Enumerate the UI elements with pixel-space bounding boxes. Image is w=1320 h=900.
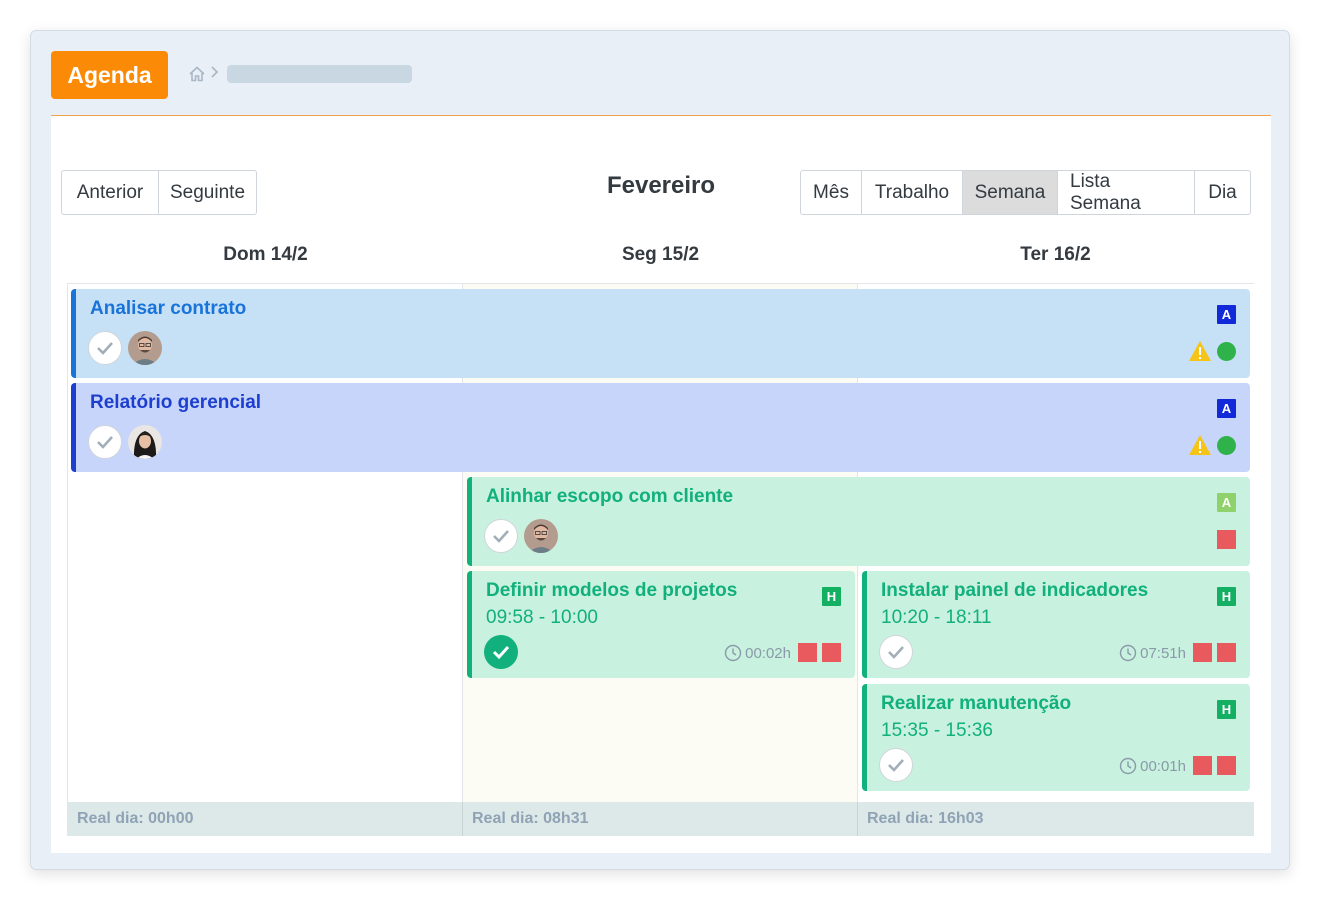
tag-badge: H xyxy=(1217,587,1236,606)
event-title: Alinhar escopo com cliente xyxy=(486,486,734,507)
green-dot-icon xyxy=(1217,342,1236,361)
day-header-tue: Ter 16/2 xyxy=(1020,244,1091,265)
red-square-icon xyxy=(1217,530,1236,549)
event-time: 09:58 - 10:00 xyxy=(486,607,598,628)
day-header-mon: Seg 15/2 xyxy=(621,244,700,265)
view-day-button[interactable]: Dia xyxy=(1195,171,1250,214)
red-square-icon xyxy=(1217,643,1236,662)
event-title: Instalar painel de indicadores xyxy=(881,580,1149,601)
calendar-panel: Anterior Seguinte Fevereiro Mês Trabalho… xyxy=(51,115,1271,853)
red-square-icon xyxy=(1217,756,1236,775)
home-icon[interactable] xyxy=(188,65,206,83)
day-footer-tue: Real dia: 16h03 xyxy=(858,802,1254,836)
event-analisar-contrato[interactable]: Analisar contrato A xyxy=(71,289,1250,378)
duration-text: 00:01h xyxy=(1140,757,1186,775)
tag-badge: H xyxy=(1217,700,1236,719)
next-button[interactable]: Seguinte xyxy=(159,171,256,214)
duration: 07:51h xyxy=(1119,644,1186,662)
complete-checkbox[interactable] xyxy=(88,331,122,365)
navigation-buttons: Anterior Seguinte xyxy=(61,170,257,215)
red-square-icon xyxy=(798,643,817,662)
avatar[interactable] xyxy=(128,425,162,459)
month-title: Fevereiro xyxy=(606,172,716,199)
user-avatar-icon xyxy=(524,519,558,553)
view-week-button[interactable]: Semana xyxy=(963,171,1058,214)
breadcrumb[interactable] xyxy=(227,65,412,83)
tag-badge: A xyxy=(1217,493,1236,512)
day-footer-sun: Real dia: 00h00 xyxy=(68,802,463,836)
event-alinhar-escopo[interactable]: Alinhar escopo com cliente A xyxy=(467,477,1250,566)
event-title: Analisar contrato xyxy=(90,298,247,319)
warning-icon xyxy=(1189,341,1211,361)
red-square-icon xyxy=(1193,643,1212,662)
duration-text: 00:02h xyxy=(745,644,791,662)
avatar[interactable] xyxy=(524,519,558,553)
warning-icon xyxy=(1189,435,1211,455)
event-realizar-manutencao[interactable]: Realizar manutenção 15:35 - 15:36 H 00:0… xyxy=(862,684,1250,791)
view-week-list-button[interactable]: Lista Semana xyxy=(1058,171,1195,214)
event-title: Definir modelos de projetos xyxy=(486,580,738,601)
event-time: 10:20 - 18:11 xyxy=(881,607,992,628)
app-title-badge: Agenda xyxy=(51,51,168,99)
event-relatorio-gerencial[interactable]: Relatório gerencial A xyxy=(71,383,1250,472)
green-dot-icon xyxy=(1217,436,1236,455)
check-icon xyxy=(97,342,113,355)
chevron-right-icon xyxy=(211,66,219,78)
app-window: Agenda Anterior Seguinte Fevereiro Mês T… xyxy=(30,30,1290,870)
duration-text: 07:51h xyxy=(1140,644,1186,662)
event-title: Relatório gerencial xyxy=(90,392,262,413)
check-icon xyxy=(492,645,510,659)
previous-button[interactable]: Anterior xyxy=(62,171,159,214)
week-grid: Real dia: 00h00 Real dia: 08h31 Real dia… xyxy=(67,283,1254,836)
view-switcher: Mês Trabalho Semana Lista Semana Dia xyxy=(800,170,1251,215)
red-square-icon xyxy=(1193,756,1212,775)
complete-checkbox[interactable] xyxy=(484,519,518,553)
day-footer-mon: Real dia: 08h31 xyxy=(463,802,858,836)
duration: 00:01h xyxy=(1119,757,1186,775)
check-icon xyxy=(493,530,509,543)
complete-checkbox[interactable] xyxy=(88,425,122,459)
event-title: Realizar manutenção xyxy=(881,693,1072,714)
tag-badge: A xyxy=(1217,399,1236,418)
tag-badge: H xyxy=(822,587,841,606)
tag-badge: A xyxy=(1217,305,1236,324)
red-square-icon xyxy=(822,643,841,662)
complete-checkbox[interactable] xyxy=(879,635,913,669)
event-time: 15:35 - 15:36 xyxy=(881,720,993,741)
duration: 00:02h xyxy=(724,644,791,662)
user-avatar-icon xyxy=(128,331,162,365)
user-avatar-icon xyxy=(128,425,162,459)
check-icon xyxy=(888,759,904,772)
complete-checkbox[interactable] xyxy=(879,748,913,782)
view-work-button[interactable]: Trabalho xyxy=(862,171,963,214)
event-instalar-painel[interactable]: Instalar painel de indicadores 10:20 - 1… xyxy=(862,571,1250,678)
clock-icon xyxy=(724,644,742,662)
event-definir-modelos[interactable]: Definir modelos de projetos 09:58 - 10:0… xyxy=(467,571,855,678)
complete-checkbox[interactable] xyxy=(484,635,518,669)
day-header-sun: Dom 14/2 xyxy=(223,244,308,265)
avatar[interactable] xyxy=(128,331,162,365)
clock-icon xyxy=(1119,644,1137,662)
clock-icon xyxy=(1119,757,1137,775)
view-month-button[interactable]: Mês xyxy=(801,171,862,214)
check-icon xyxy=(97,436,113,449)
check-icon xyxy=(888,646,904,659)
